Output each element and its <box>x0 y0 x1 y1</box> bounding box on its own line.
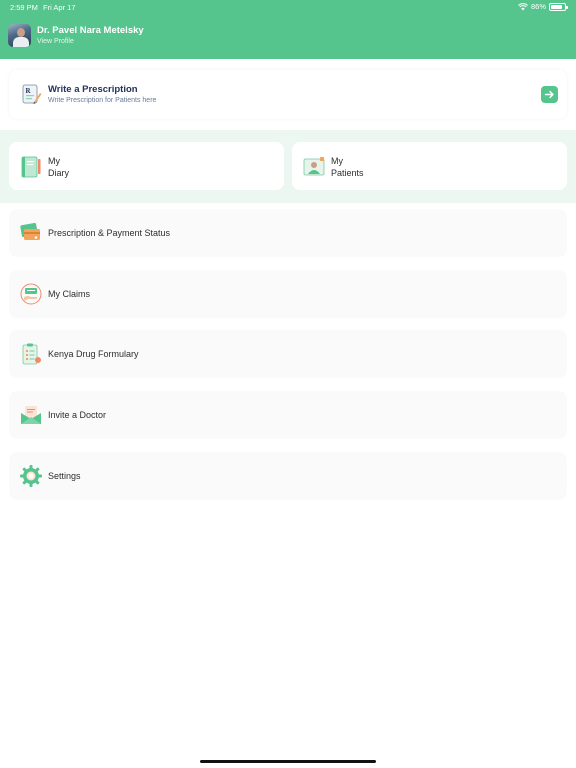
status-right: 86% <box>518 2 568 11</box>
invite-icon <box>21 406 41 424</box>
profile-section[interactable]: Dr. Pavel Nara Metelsky View Profile <box>8 24 144 47</box>
diary-label-line1: My <box>48 156 60 166</box>
menu-label: Invite a Doctor <box>48 410 107 420</box>
battery-fill <box>551 4 563 9</box>
write-prescription-title: Write a Prescription <box>48 84 138 95</box>
arrow-right-icon <box>544 90 554 99</box>
menu-item-my-claims[interactable]: My Claims <box>9 270 567 318</box>
formulary-icon <box>22 343 41 365</box>
view-profile-link[interactable]: View Profile <box>37 37 144 47</box>
write-prescription-card[interactable]: R Write a Prescription Write Prescriptio… <box>9 70 567 119</box>
menu-item-payment-status[interactable]: Prescription & Payment Status <box>9 209 567 257</box>
menu-label: Prescription & Payment Status <box>48 228 171 238</box>
menu-label: Kenya Drug Formulary <box>48 349 139 359</box>
home-indicator[interactable] <box>200 760 376 763</box>
app-header: 2:59 PM Fri Apr 17 86% Dr. Pavel Nara Me… <box>0 0 576 59</box>
profile-text: Dr. Pavel Nara Metelsky View Profile <box>37 25 144 47</box>
patients-label-line1: My <box>331 156 343 166</box>
doctor-name: Dr. Pavel Nara Metelsky <box>37 24 144 36</box>
my-diary-tile[interactable]: My Diary <box>9 142 284 190</box>
status-time: 2:59 PM <box>10 3 38 12</box>
arrow-right-button[interactable] <box>541 86 558 103</box>
wifi-icon <box>518 2 528 10</box>
avatar-coat <box>13 37 29 47</box>
avatar[interactable] <box>8 24 31 47</box>
avatar-face <box>17 28 25 37</box>
menu-item-settings[interactable]: Settings <box>9 452 567 500</box>
payment-status-icon <box>20 222 40 240</box>
prescription-icon: R <box>22 84 42 104</box>
diary-label-line2: Diary <box>48 168 70 178</box>
status-date: Fri Apr 17 <box>43 3 76 12</box>
menu-label: Settings <box>48 471 81 481</box>
diary-icon <box>21 156 41 178</box>
patients-label-line2: Patients <box>331 168 364 178</box>
battery-icon <box>549 2 568 11</box>
menu-item-drug-formulary[interactable]: Kenya Drug Formulary <box>9 330 567 378</box>
patients-icon <box>303 157 325 176</box>
write-prescription-subtitle: Write Prescription for Patients here <box>48 97 157 104</box>
status-bar: 2:59 PM Fri Apr 17 86% <box>0 0 576 14</box>
settings-icon <box>20 465 42 487</box>
menu-label: My Claims <box>48 289 90 299</box>
menu-item-invite-doctor[interactable]: Invite a Doctor <box>9 391 567 439</box>
battery-percent: 86% <box>530 2 546 11</box>
my-patients-tile[interactable]: My Patients <box>292 142 567 190</box>
claims-icon <box>20 283 42 305</box>
